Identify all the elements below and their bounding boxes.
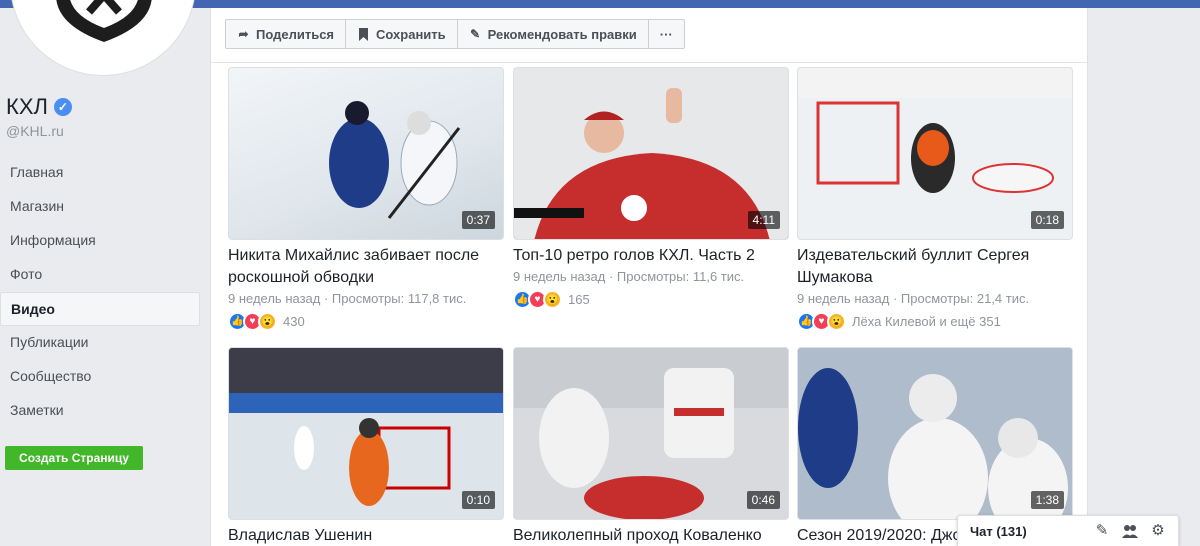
page-name[interactable]: КХЛ ✓ xyxy=(6,94,72,120)
video-card[interactable]: 4:11 Топ-10 ретро голов КХЛ. Часть 2 9 н… xyxy=(513,67,789,309)
video-card[interactable]: 0:46 Великолепный проход Коваленко xyxy=(513,347,789,546)
video-title[interactable]: Великолепный проход Коваленко xyxy=(513,525,789,546)
nav-item-photos[interactable]: Фото xyxy=(0,258,200,292)
divider xyxy=(211,62,1087,63)
main-content: ➦ Поделиться Сохранить ✎ Рекомендовать п… xyxy=(210,8,1088,546)
video-duration: 0:18 xyxy=(1030,211,1064,229)
video-meta: 9 недель назад · Просмотры: 11,6 тис. xyxy=(513,269,745,284)
video-title[interactable]: Владислав Ушенин xyxy=(228,525,504,546)
reaction-count: 430 xyxy=(283,314,305,329)
reaction-count: Лёха Килевой и ещё 351 xyxy=(852,314,1001,329)
video-duration: 0:37 xyxy=(461,211,495,229)
nav-item-about[interactable]: Информация xyxy=(0,224,200,258)
nav-item-posts[interactable]: Публикации xyxy=(0,326,200,360)
page-nav: Главная Магазин Информация Фото Видео Пу… xyxy=(0,156,200,428)
share-button[interactable]: ➦ Поделиться xyxy=(226,20,347,48)
video-title[interactable]: Топ-10 ретро голов КХЛ. Часть 2 xyxy=(513,245,789,267)
video-thumbnail[interactable]: 1:38 xyxy=(797,347,1073,520)
video-thumbnail[interactable]: 0:37 xyxy=(228,67,504,240)
more-options-icon: ··· xyxy=(659,26,673,42)
create-page-button[interactable]: Создать Страницу xyxy=(5,446,143,470)
chat-dock[interactable]: Чат (131) ✎ ⚙ xyxy=(957,515,1179,546)
nav-item-community[interactable]: Сообщество xyxy=(0,360,200,394)
video-meta: 9 недель назад · Просмотры: 21,4 тис. xyxy=(797,291,1030,306)
video-thumbnail[interactable]: 0:46 xyxy=(513,347,789,520)
video-reactions[interactable]: 👍 ♥ 😮 Лёха Килевой и ещё 351 xyxy=(797,312,1073,331)
video-duration: 4:11 xyxy=(747,211,780,229)
share-label: Поделиться xyxy=(256,26,335,42)
pencil-icon: ✎ xyxy=(470,26,481,41)
wow-reaction-icon: 😮 xyxy=(543,290,562,309)
wow-reaction-icon: 😮 xyxy=(258,312,277,331)
save-label: Сохранить xyxy=(376,26,446,42)
video-card[interactable]: 0:18 Издевательский буллит Сергея Шумако… xyxy=(797,67,1073,331)
chat-label[interactable]: Чат (131) xyxy=(970,524,1094,539)
nav-item-home[interactable]: Главная xyxy=(0,156,200,190)
video-thumbnail[interactable]: 0:18 xyxy=(797,67,1073,240)
verified-badge-icon: ✓ xyxy=(53,98,72,116)
video-reactions[interactable]: 👍 ♥ 😮 165 xyxy=(513,290,789,309)
more-options-button[interactable]: ··· xyxy=(649,20,684,48)
wow-reaction-icon: 😮 xyxy=(827,312,846,331)
video-title[interactable]: Никита Михайлис забивает после роскошной… xyxy=(228,245,504,289)
page-name-text[interactable]: КХЛ xyxy=(6,94,48,120)
bookmark-icon xyxy=(357,27,370,41)
video-reactions[interactable]: 👍 ♥ 😮 430 xyxy=(228,312,504,331)
chat-icons: ✎ ⚙ xyxy=(1094,523,1178,539)
page-handle[interactable]: @KHL.ru xyxy=(6,123,64,139)
profile-picture[interactable] xyxy=(10,0,196,76)
video-duration: 0:10 xyxy=(461,491,495,509)
video-card[interactable]: 0:10 Владислав Ушенин xyxy=(228,347,504,546)
settings-gear-icon[interactable]: ⚙ xyxy=(1150,523,1166,539)
suggest-edits-label: Рекомендовать правки xyxy=(487,26,637,42)
video-title[interactable]: Издевательский буллит Сергея Шумакова xyxy=(797,245,1073,289)
video-thumbnail[interactable]: 0:10 xyxy=(228,347,504,520)
video-duration: 1:38 xyxy=(1030,491,1064,509)
group-icon[interactable] xyxy=(1122,523,1138,539)
suggest-edits-button[interactable]: ✎ Рекомендовать правки xyxy=(458,20,649,48)
new-message-icon[interactable]: ✎ xyxy=(1094,523,1110,539)
action-bar: ➦ Поделиться Сохранить ✎ Рекомендовать п… xyxy=(225,19,685,49)
share-arrow-icon: ➦ xyxy=(238,26,249,41)
reaction-count: 165 xyxy=(568,292,590,307)
nav-item-notes[interactable]: Заметки xyxy=(0,394,200,428)
khl-logo-icon xyxy=(56,0,152,42)
video-duration: 0:46 xyxy=(746,491,780,509)
save-button[interactable]: Сохранить xyxy=(346,20,458,48)
video-card[interactable]: 0:37 Никита Михайлис забивает после роск… xyxy=(228,67,504,331)
video-meta: 9 недель назад · Просмотры: 117,8 тис. xyxy=(228,291,467,306)
video-thumbnail[interactable]: 4:11 xyxy=(513,67,789,240)
nav-item-shop[interactable]: Магазин xyxy=(0,190,200,224)
nav-item-videos[interactable]: Видео xyxy=(0,292,200,326)
